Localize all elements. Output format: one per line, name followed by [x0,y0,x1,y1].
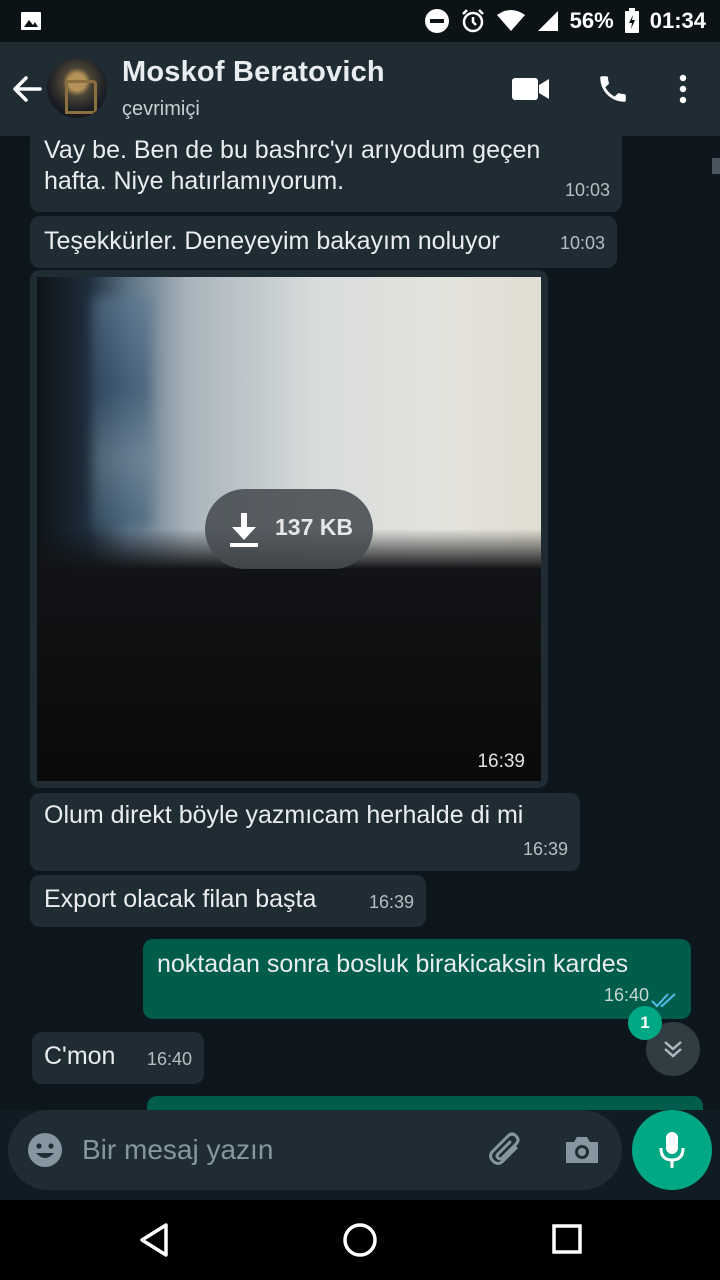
avatar[interactable] [47,58,107,118]
download-icon [230,513,258,547]
phone-icon[interactable] [596,72,630,106]
message-composer [8,1110,622,1190]
message-text: C'mon [44,1042,116,1070]
attach-icon[interactable] [486,1130,526,1170]
message-incoming[interactable]: Teşekkürler. Deneyeyim bakayım noluyor 1… [30,216,617,268]
message-incoming[interactable]: Vay be. Ben de bu bashrc'yı arıyodum geç… [30,136,622,212]
message-outgoing-partial[interactable] [147,1096,703,1110]
download-button[interactable]: 137 KB [205,489,373,569]
wifi-icon [496,10,525,31]
message-input[interactable] [82,1126,462,1174]
more-vert-icon[interactable] [672,72,694,106]
message-time: 10:03 [559,233,605,253]
message-incoming[interactable]: Export olacak filan başta 16:39 [30,875,426,927]
double-chevron-down-icon [664,1041,682,1058]
alarm-icon [461,9,484,33]
blurred-image-preview[interactable]: 137 KB 16:39 [37,277,541,781]
navigation-bar [0,1200,720,1280]
contact-name[interactable]: Moskof Beratovich [122,56,385,89]
emoji-icon[interactable] [26,1131,64,1169]
message-time: 16:40 [146,1049,192,1069]
clock: 01:34 [649,8,706,33]
message-text: Export olacak filan başta [44,885,317,913]
contact-status: çevrimiçi [122,98,200,120]
message-time: 10:03 [564,180,610,200]
message-text: hafta. Niye hatırlamıyorum. [44,167,345,195]
message-outgoing[interactable]: noktadan sonra bosluk birakicaksin karde… [143,939,691,1019]
dnd-icon [424,9,449,33]
nav-home-icon[interactable] [342,1222,378,1258]
double-check-icon [651,993,676,1008]
message-time: 16:39 [522,839,568,859]
unread-count-badge: 1 [628,1006,662,1040]
nav-recents-icon[interactable] [551,1222,583,1258]
message-text: noktadan sonra bosluk birakicaksin karde… [157,950,629,978]
scroll-indicator[interactable] [712,158,720,174]
message-time: 16:39 [368,892,414,912]
battery-percent: 56% [569,8,614,33]
chat-header: Moskof Beratovich çevrimiçi [0,42,720,136]
mic-icon [659,1132,685,1168]
message-text: Teşekkürler. Deneyeyim bakayım noluyor [44,227,500,255]
battery-icon [624,8,639,33]
message-time: 16:39 [477,751,525,772]
message-text: Olum direkt böyle yazmıcam herhalde di m… [44,801,524,829]
image-message[interactable]: 137 KB 16:39 [30,270,548,788]
camera-icon[interactable] [562,1130,602,1170]
gallery-icon [21,12,41,30]
nav-back-icon[interactable] [138,1222,170,1258]
message-list[interactable]: Vay be. Ben de bu bashrc'yı arıyodum geç… [0,136,720,1110]
message-incoming[interactable]: Olum direkt böyle yazmıcam herhalde di m… [30,793,580,871]
message-text: Vay be. Ben de bu bashrc'yı arıyodum geç… [44,136,541,164]
message-incoming[interactable]: C'mon 16:40 [32,1032,204,1084]
signal-icon [537,11,558,31]
download-size: 137 KB [275,514,353,540]
back-arrow-icon[interactable] [10,72,44,106]
status-bar: 56% 01:34 [0,0,720,42]
video-call-icon[interactable] [512,76,550,102]
mic-button[interactable] [632,1110,712,1190]
